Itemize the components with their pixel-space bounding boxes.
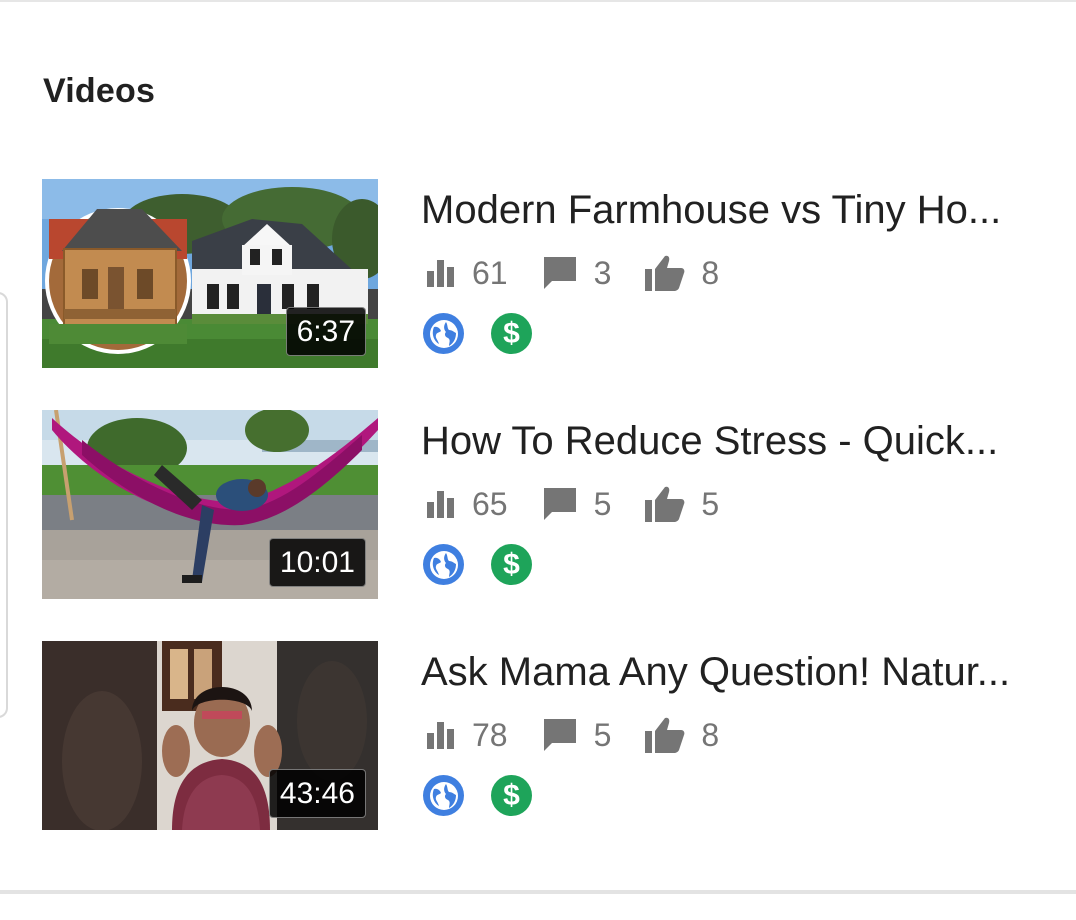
globe-icon <box>423 313 464 354</box>
comment-icon <box>540 484 580 524</box>
likes-stat: 8 <box>643 253 719 293</box>
comments-stat: 5 <box>540 484 612 524</box>
video-title[interactable]: Modern Farmhouse vs Tiny Ho... <box>421 187 1036 233</box>
video-item[interactable]: 10:01 How To Reduce Stress - Quick... 65… <box>0 410 1076 600</box>
views-stat: 61 <box>424 255 508 292</box>
video-stats: 78 5 8 <box>424 715 751 755</box>
top-divider <box>0 0 1076 2</box>
likes-count: 8 <box>701 716 720 753</box>
video-duration: 6:37 <box>285 307 366 356</box>
video-duration: 10:01 <box>268 538 366 587</box>
globe-icon <box>423 775 464 816</box>
section-title: Videos <box>43 72 156 110</box>
video-duration: 43:46 <box>268 769 366 818</box>
globe-icon <box>423 544 464 585</box>
video-title[interactable]: Ask Mama Any Question! Natur... <box>421 649 1036 695</box>
video-badges: $ <box>423 775 559 816</box>
video-stats: 61 3 8 <box>424 253 751 293</box>
likes-stat: 8 <box>643 715 719 755</box>
comments-count: 5 <box>593 485 612 522</box>
video-badges: $ <box>423 313 559 354</box>
video-stats: 65 5 5 <box>424 484 751 524</box>
likes-stat: 5 <box>643 484 719 524</box>
views-count: 78 <box>472 716 508 753</box>
bar-chart-icon <box>424 487 458 521</box>
likes-count: 8 <box>701 254 720 291</box>
comment-icon <box>540 253 580 293</box>
thumbs-up-icon <box>643 253 687 293</box>
likes-count: 5 <box>701 485 720 522</box>
views-stat: 65 <box>424 486 508 523</box>
thumbs-up-icon <box>643 484 687 524</box>
bar-chart-icon <box>424 256 458 290</box>
views-count: 65 <box>472 485 508 522</box>
views-count: 61 <box>472 254 508 291</box>
comments-stat: 5 <box>540 715 612 755</box>
video-item[interactable]: 43:46 Ask Mama Any Question! Natur... 78… <box>0 641 1076 831</box>
video-thumbnail[interactable]: 6:37 <box>42 179 378 368</box>
video-title[interactable]: How To Reduce Stress - Quick... <box>421 418 1036 464</box>
video-thumbnail[interactable]: 43:46 <box>42 641 378 830</box>
video-item[interactable]: 6:37 Modern Farmhouse vs Tiny Ho... 61 3… <box>0 179 1076 369</box>
comments-count: 3 <box>593 254 612 291</box>
dollar-icon: $ <box>491 775 532 816</box>
dollar-icon: $ <box>491 313 532 354</box>
video-thumbnail[interactable]: 10:01 <box>42 410 378 599</box>
bottom-divider <box>0 890 1076 894</box>
comments-stat: 3 <box>540 253 612 293</box>
views-stat: 78 <box>424 717 508 754</box>
dollar-icon: $ <box>491 544 532 585</box>
video-badges: $ <box>423 544 559 585</box>
comments-count: 5 <box>593 716 612 753</box>
thumbs-up-icon <box>643 715 687 755</box>
bar-chart-icon <box>424 718 458 752</box>
comment-icon <box>540 715 580 755</box>
